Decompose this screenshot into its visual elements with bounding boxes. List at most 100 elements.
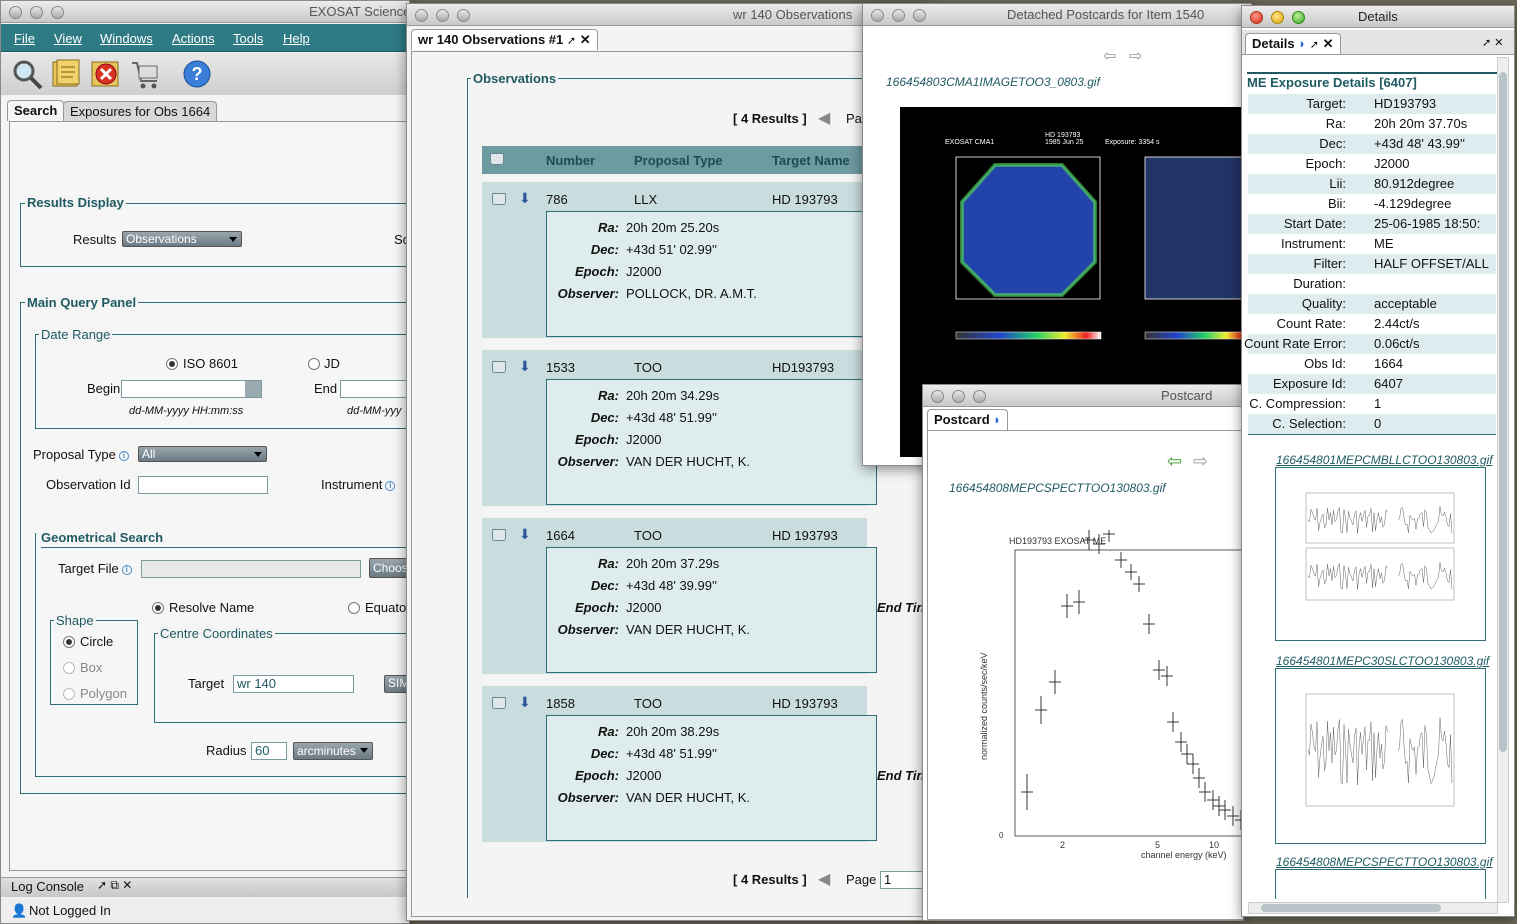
info-icon[interactable]: i [385, 480, 396, 491]
iso-radio[interactable] [166, 358, 178, 370]
menu-file[interactable]: File [14, 31, 35, 46]
col-proposal-type[interactable]: Proposal Type [634, 153, 723, 168]
tab-exposures[interactable]: Exposures for Obs 1664 [63, 101, 218, 122]
minimize-window-button[interactable] [436, 9, 449, 22]
lightcurve-thumb-1[interactable] [1275, 467, 1486, 641]
obs-number[interactable]: 1664 [546, 528, 575, 543]
menu-actions[interactable]: Actions [172, 31, 215, 46]
table-row[interactable]: ⬇ 1533 TOO HD193793 Ra: 20h 20m 34.29s Dec: +43… [482, 350, 877, 512]
close-window-button[interactable] [1250, 11, 1263, 24]
vertical-scrollbar[interactable] [1497, 57, 1509, 903]
minimize-window-button[interactable] [952, 390, 965, 403]
postcard-filename[interactable]: 166454803CMA1IMAGETOO3_0803.gif [886, 75, 1100, 89]
jd-radio[interactable] [308, 358, 320, 370]
cart-icon[interactable] [129, 57, 163, 91]
chevron-down-icon[interactable] [245, 381, 261, 397]
col-target-name[interactable]: Target Name [772, 153, 850, 168]
zoom-window-button[interactable] [973, 390, 986, 403]
minimize-window-button[interactable] [892, 9, 905, 22]
hscroll-thumb[interactable] [1261, 904, 1441, 912]
menu-view[interactable]: View [54, 31, 82, 46]
col-number[interactable]: Number [546, 153, 595, 168]
cart-icon[interactable] [492, 193, 506, 205]
tab-postcard[interactable]: Postcard ◗ [927, 409, 1009, 430]
postcards-title-bar[interactable]: Detached Postcards for Item 1540 [863, 4, 1251, 26]
results-count-bottom: [ 4 Results ] [733, 872, 807, 887]
cart-icon[interactable] [490, 153, 504, 165]
download-icon[interactable]: ⬇ [519, 358, 531, 375]
undock-icon[interactable]: ➚ [1310, 39, 1319, 51]
zoom-window-button[interactable] [51, 6, 64, 19]
obs-number[interactable]: 1533 [546, 360, 575, 375]
menu-help[interactable]: Help [283, 31, 310, 46]
obs-number[interactable]: 1858 [546, 696, 575, 711]
close-window-button[interactable] [415, 9, 428, 22]
panel-controls[interactable]: ➚ ✕ [1482, 36, 1504, 49]
detach-icon[interactable]: ➚ [567, 35, 576, 47]
details-title-bar[interactable]: Details [1242, 6, 1514, 28]
cancel-icon[interactable] [89, 57, 123, 91]
close-icon[interactable]: ✕ [1323, 36, 1334, 51]
results-select[interactable]: Observations [122, 231, 242, 247]
spectrum-thumb[interactable] [1275, 869, 1486, 899]
detach-icon[interactable]: ◗ [1298, 36, 1306, 51]
detail-row: Quality: acceptable [1248, 294, 1496, 314]
file-link-3[interactable]: 166454808MEPCSPECTTOO130803.gif [1276, 855, 1493, 869]
begin-format-hint: dd-MM-yyyy HH:mm:ss [129, 405, 244, 417]
lightcurve-thumb-2[interactable] [1275, 668, 1486, 844]
postcard-title-bar[interactable]: Postcard [923, 385, 1243, 407]
close-window-button[interactable] [9, 6, 22, 19]
prev-arrow-icon[interactable]: ⇦ [1167, 451, 1182, 472]
search-icon[interactable] [10, 57, 44, 91]
info-icon[interactable]: i [118, 450, 129, 461]
zoom-window-button[interactable] [1292, 11, 1305, 24]
close-window-button[interactable] [871, 9, 884, 22]
next-arrow-icon[interactable]: ⇨ [1193, 451, 1208, 472]
help-icon[interactable]: ? [180, 57, 214, 91]
detach-icon[interactable]: ◗ [993, 412, 1001, 427]
begin-date-input[interactable] [121, 380, 262, 398]
end-date-input[interactable] [340, 380, 409, 398]
close-icon[interactable]: ✕ [580, 32, 591, 47]
minimize-window-button[interactable] [1271, 11, 1284, 24]
table-row[interactable]: ⬇ 1664 TOO HD 193793 Ra: 20h 20m 37.29s Dec: +4… [482, 518, 924, 680]
obs-id-input[interactable] [138, 476, 268, 494]
file-link-2[interactable]: 166454801MEPC30SLCTOO130803.gif [1276, 654, 1489, 668]
obs-number[interactable]: 786 [546, 192, 568, 207]
prev-arrow-icon[interactable]: ⇦ [1103, 46, 1116, 66]
tab-observations[interactable]: wr 140 Observations #1 ➚ ✕ [411, 29, 598, 50]
spectrum-filename[interactable]: 166454808MEPCSPECTTOO130803.gif [949, 481, 1166, 495]
download-icon[interactable]: ⬇ [519, 526, 531, 543]
dec-value: +43d 48' 39.99'' [626, 578, 717, 593]
zoom-window-button[interactable] [913, 9, 926, 22]
horizontal-scrollbar[interactable] [1248, 902, 1498, 914]
prev-page-icon[interactable]: ◀ [818, 108, 830, 128]
detail-row: C. Compression: 1 [1248, 394, 1496, 414]
detail-key: Filter: [1313, 256, 1347, 271]
menu-tools[interactable]: Tools [233, 31, 263, 46]
table-row[interactable]: ⬇ 786 LLX HD 193793 Ra: 20h 20m 25.20s Dec: +43… [482, 182, 877, 344]
cart-icon[interactable] [492, 361, 506, 373]
tab-details[interactable]: Details ◗ ➚ ✕ [1245, 33, 1341, 54]
proposal-type-select[interactable]: All [138, 446, 267, 462]
download-icon[interactable]: ⬇ [519, 694, 531, 711]
table-row[interactable]: ⬇ 1858 TOO HD 193793 Ra: 20h 20m 38.29s Dec: +4… [482, 686, 924, 848]
cart-icon[interactable] [492, 529, 506, 541]
prev-page-icon[interactable]: ◀ [818, 869, 830, 889]
page-input[interactable]: 1 [880, 871, 925, 889]
download-icon[interactable]: ⬇ [519, 190, 531, 207]
zoom-window-button[interactable] [457, 9, 470, 22]
spectrum-plot: HD193793 EXOSAT ME normalized counts/sec… [979, 530, 1243, 860]
tab-search[interactable]: Search [7, 100, 65, 121]
cart-icon[interactable] [492, 697, 506, 709]
main-title-bar[interactable]: EXOSAT Science [1, 1, 409, 23]
obs-title-bar[interactable]: wr 140 Observations [407, 4, 925, 26]
file-link-1[interactable]: 166454801MEPCMBLLCTOO130803.gif [1276, 453, 1493, 467]
minimize-window-button[interactable] [30, 6, 43, 19]
close-window-button[interactable] [931, 390, 944, 403]
next-arrow-icon[interactable]: ⇨ [1129, 46, 1142, 66]
menu-windows[interactable]: Windows [100, 31, 153, 46]
scrollbar-thumb[interactable] [1499, 72, 1507, 752]
postcards-icon[interactable] [49, 57, 83, 91]
log-console-controls[interactable]: ➚ ⧉ ✕ [97, 878, 132, 893]
